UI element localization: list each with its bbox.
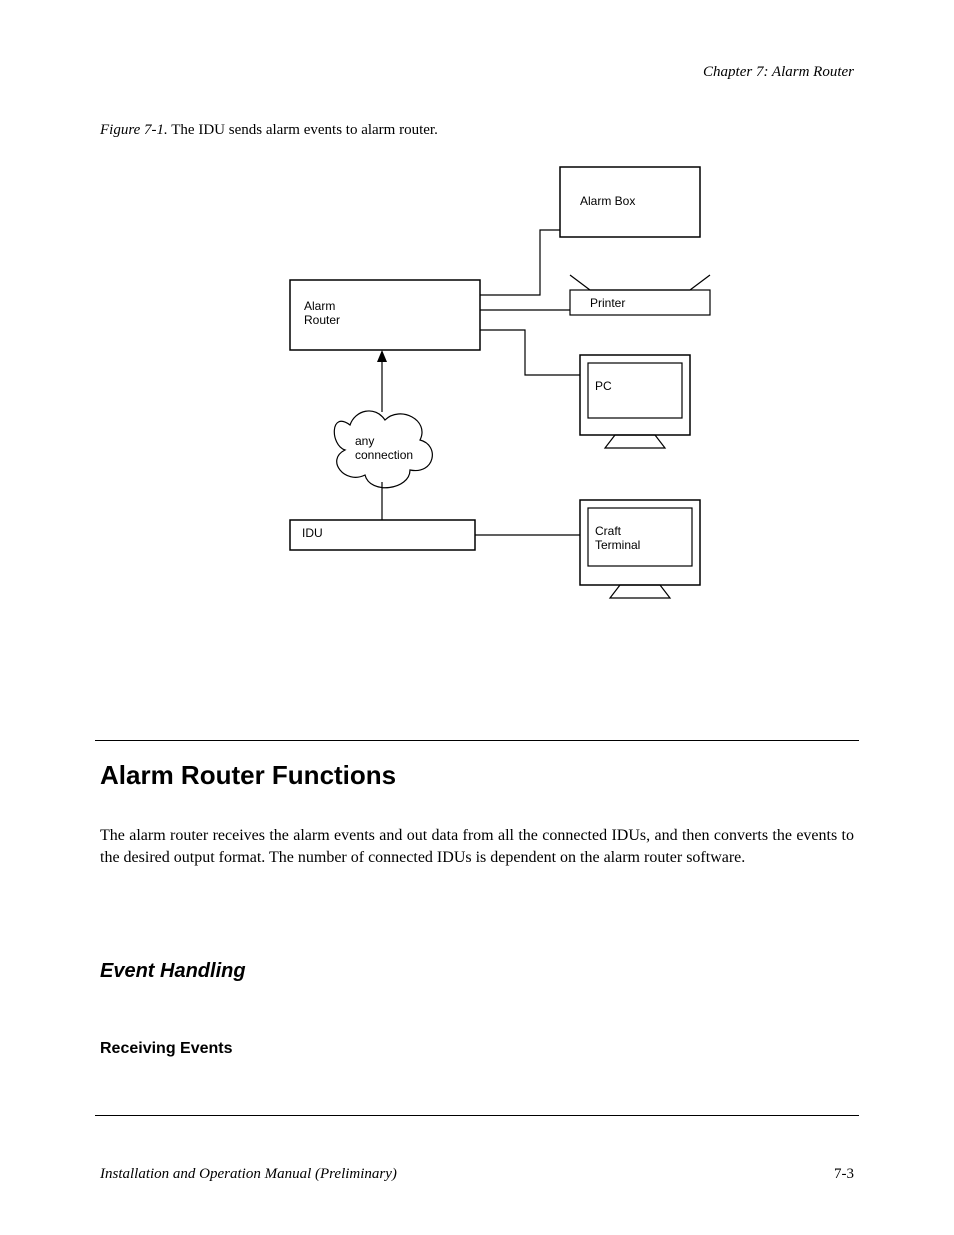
page: Chapter 7: Alarm Router Figure 7-1. The … bbox=[0, 0, 954, 1235]
heading-sub-italic: Event Handling bbox=[100, 960, 246, 983]
label-alarm-router: Alarm Router bbox=[304, 300, 340, 328]
footer-divider bbox=[95, 1115, 859, 1116]
page-header-chapter: Chapter 7: Alarm Router bbox=[703, 64, 854, 81]
footer-title: Installation and Operation Manual (Preli… bbox=[100, 1166, 397, 1183]
footer-page-number: 7-3 bbox=[834, 1166, 854, 1183]
label-idu: IDU bbox=[302, 527, 323, 541]
heading-major: Alarm Router Functions bbox=[100, 760, 396, 791]
body-text: The alarm router receives the alarm even… bbox=[100, 825, 854, 868]
alarm-router-diagram: Alarm Router Alarm Box Printer PC any co… bbox=[270, 150, 730, 630]
figure-desc: The IDU sends alarm events to alarm rout… bbox=[171, 122, 438, 138]
figure-caption: Figure 7-1. The IDU sends alarm events t… bbox=[100, 122, 438, 139]
label-alarm-box: Alarm Box bbox=[580, 195, 635, 209]
section-divider-top bbox=[95, 740, 859, 741]
label-pc: PC bbox=[595, 380, 612, 394]
label-cloud: any connection bbox=[355, 435, 413, 463]
figure-lead: Figure 7-1. bbox=[100, 122, 168, 138]
label-craft-terminal: Craft Terminal bbox=[595, 525, 640, 553]
label-printer: Printer bbox=[590, 297, 625, 311]
heading-sub3: Receiving Events bbox=[100, 1040, 233, 1058]
